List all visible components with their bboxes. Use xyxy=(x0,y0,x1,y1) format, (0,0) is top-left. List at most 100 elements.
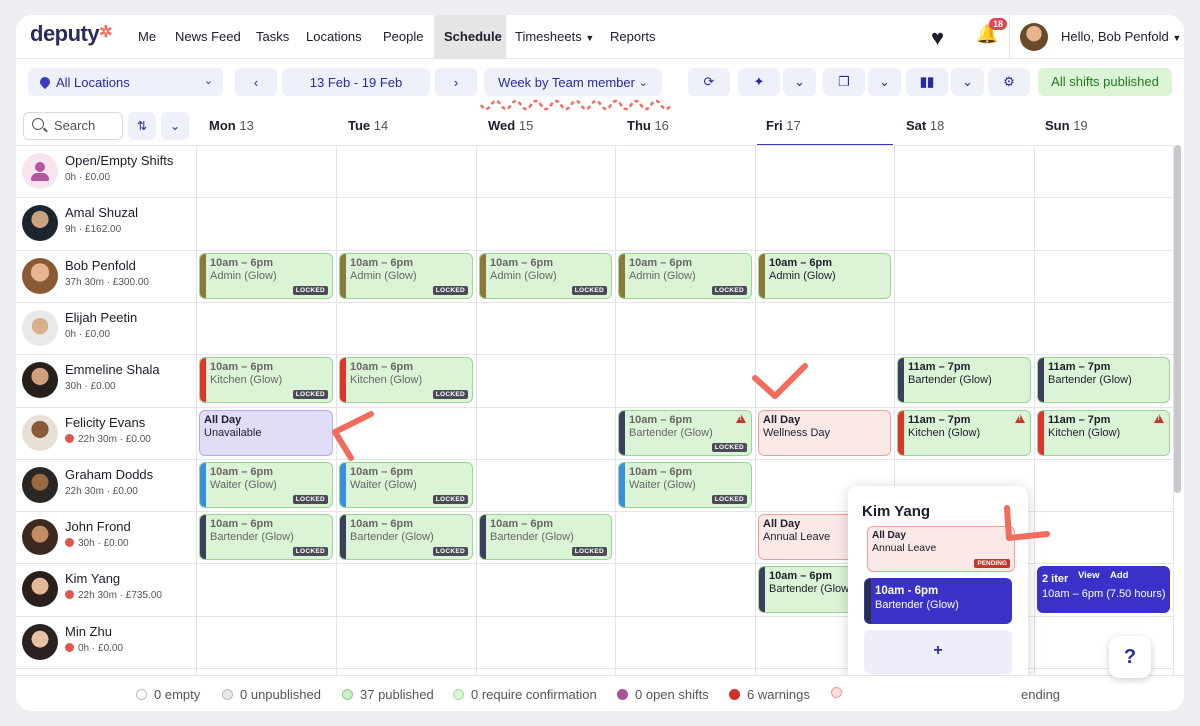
auto-build-menu-button[interactable]: ⌄ xyxy=(783,68,816,96)
shift-card[interactable]: All Day Wellness Day xyxy=(758,409,891,456)
popover-shift-card[interactable]: 10am - 6pm Bartender (Glow) xyxy=(864,578,1012,624)
person-row-min-zhu[interactable]: Min Zhu 0h · £0.00 xyxy=(16,616,196,668)
shift-card[interactable]: All Day Unavailable xyxy=(199,409,333,456)
shift-time: 10am – 6pm xyxy=(490,518,553,531)
shift-card[interactable]: 10am – 6pm Admin (Glow) xyxy=(758,252,891,299)
chevron-left-icon: ‹ xyxy=(253,74,259,90)
nav-tasks[interactable]: Tasks xyxy=(246,15,299,59)
warning-icon xyxy=(65,642,74,652)
shift-card[interactable]: 10am – 6pm Bartender (Glow) LOCKED xyxy=(339,514,473,561)
view-link[interactable]: View xyxy=(1078,570,1100,582)
nav-divider xyxy=(1009,15,1010,59)
popover-leave-card[interactable]: All Day Annual Leave PENDING xyxy=(867,526,1015,572)
person-name: John Frond xyxy=(65,519,131,535)
shift-card[interactable]: 10am – 6pm Admin (Glow) LOCKED xyxy=(339,252,473,299)
nav-reports[interactable]: Reports xyxy=(600,15,666,59)
heart-icon[interactable]: ♥ xyxy=(931,25,944,51)
shift-area: Admin (Glow) xyxy=(350,269,417,282)
nav-locations[interactable]: Locations xyxy=(296,15,372,59)
stats-button[interactable]: ▮▮ xyxy=(906,68,948,96)
nav-news-feed[interactable]: News Feed xyxy=(165,15,251,59)
column-divider xyxy=(1034,145,1035,675)
person-name: Elijah Peetin xyxy=(65,309,138,325)
copy-menu-button[interactable]: ⌄ xyxy=(868,68,901,96)
column-divider xyxy=(755,145,756,675)
user-avatar[interactable] xyxy=(1020,23,1048,51)
auto-build-button[interactable]: ✦ xyxy=(738,68,780,96)
shift-card[interactable]: 10am – 6pm Kitchen (Glow) LOCKED xyxy=(339,357,473,404)
chevron-down-icon: ⌄ xyxy=(169,119,181,133)
add-link[interactable]: Add xyxy=(1110,570,1128,581)
avatar xyxy=(22,309,58,346)
sort-icon: ⇅ xyxy=(136,119,148,133)
deputy-logo[interactable]: deputy✲ xyxy=(30,21,113,47)
chevron-down-icon: ⌄ xyxy=(794,74,805,89)
popover-title: Kim Yang xyxy=(862,503,931,520)
person-row-bob-penfold[interactable]: Bob Penfold 37h 30m · £300.00 xyxy=(16,250,196,302)
nav-people[interactable]: People xyxy=(373,15,433,59)
stats-menu-button[interactable]: ⌄ xyxy=(951,68,984,96)
caret-down-icon: ▼ xyxy=(1172,33,1182,43)
user-menu[interactable]: Hello, Bob Penfold ▼ xyxy=(1061,29,1181,44)
nav-schedule[interactable]: Schedule xyxy=(434,15,506,59)
locked-badge: LOCKED xyxy=(432,547,468,557)
shift-time: 10am – 6pm xyxy=(350,256,413,269)
person-row-open-empty-shifts[interactable]: Open/Empty Shifts 0h · £0.00 xyxy=(16,145,196,197)
nav-timesheets[interactable]: Timesheets ▼ xyxy=(505,15,604,59)
person-hours-cost: 9h · £162.00 xyxy=(65,224,122,236)
shift-card[interactable]: 11am – 7pm Bartender (Glow) xyxy=(1037,357,1170,404)
area-color-bar xyxy=(340,253,346,298)
person-row-john-frond[interactable]: John Frond 30h · £0.00 xyxy=(16,511,196,563)
shift-card[interactable]: 10am – 6pm Waiter (Glow) LOCKED xyxy=(339,461,473,509)
area-color-bar xyxy=(200,515,206,560)
prev-week-button[interactable]: ‹ xyxy=(235,68,277,96)
copy-button[interactable]: ❐ xyxy=(823,68,865,96)
person-hours-cost: 22h 30m · £0.00 xyxy=(65,433,151,445)
person-row-emmeline-shala[interactable]: Emmeline Shala 30h · £0.00 xyxy=(16,354,196,406)
shift-card[interactable]: 10am – 6pm Waiter (Glow) LOCKED xyxy=(199,461,333,509)
shift-time: 11am – 7pm xyxy=(908,413,971,426)
legend-leave xyxy=(831,687,842,698)
refresh-button[interactable]: ⟳ xyxy=(688,68,730,96)
shift-card[interactable]: 10am – 6pm Kitchen (Glow) LOCKED xyxy=(199,357,333,404)
person-row-elijah-peetin[interactable]: Elijah Peetin 0h · £0.00 xyxy=(16,302,196,354)
help-button[interactable]: ? xyxy=(1109,636,1151,678)
shift-card[interactable]: 11am – 7pm Bartender (Glow) xyxy=(897,357,1031,404)
shift-area: Kitchen (Glow) xyxy=(1048,426,1121,439)
shift-card[interactable]: 10am – 6pm Admin (Glow) LOCKED xyxy=(618,252,752,299)
date-range[interactable]: 13 Feb - 19 Feb xyxy=(282,68,430,96)
chevron-down-icon: ⌄ xyxy=(203,75,213,87)
search-input[interactable]: Search xyxy=(23,112,123,140)
next-week-button[interactable]: › xyxy=(435,68,477,96)
person-row-amal-shuzal[interactable]: Amal Shuzal 9h · £162.00 xyxy=(16,197,196,249)
person-row-kim-yang[interactable]: Kim Yang 22h 30m · £735.00 xyxy=(16,563,196,615)
shift-time: 10am – 6pm xyxy=(210,518,273,531)
shift-card[interactable]: 10am – 6pm Admin (Glow) LOCKED xyxy=(479,252,612,299)
shift-card[interactable]: 11am – 7pm Kitchen (Glow) xyxy=(897,409,1031,456)
sort-menu-button[interactable]: ⌄ xyxy=(161,112,189,140)
area-color-bar xyxy=(759,253,765,298)
scrollbar[interactable] xyxy=(1174,145,1181,493)
shift-card[interactable]: 10am – 6pm Bartender (Glow) LOCKED xyxy=(199,514,333,561)
location-select[interactable]: All Locations ⌄ xyxy=(28,68,223,96)
legend-published: 37 published xyxy=(342,687,434,702)
shift-card[interactable]: 10am – 6pm Bartender (Glow) LOCKED xyxy=(479,514,612,561)
shift-card[interactable]: 10am – 6pm Bartender (Glow) LOCKED xyxy=(618,409,752,456)
shift-card[interactable]: 10am – 6pm Admin (Glow) LOCKED xyxy=(199,252,333,299)
shift-card[interactable]: 10am – 6pm Waiter (Glow) LOCKED xyxy=(618,461,752,509)
shift-time: 11am – 7pm xyxy=(1048,361,1111,374)
view-select[interactable]: Week by Team member ⌄ xyxy=(484,68,662,96)
legend-warnings: 6 warnings xyxy=(729,687,810,702)
sort-button[interactable]: ⇅ xyxy=(128,112,156,140)
person-row-graham-dodds[interactable]: Graham Dodds 22h 30m · £0.00 xyxy=(16,459,196,511)
shift-area: Admin (Glow) xyxy=(629,269,696,282)
shift-card[interactable]: 11am – 7pm Kitchen (Glow) xyxy=(1037,409,1170,456)
settings-button[interactable]: ⚙ xyxy=(988,68,1030,96)
person-row-felicity-evans[interactable]: Felicity Evans 22h 30m · £0.00 xyxy=(16,407,196,459)
nav-me[interactable]: Me xyxy=(128,15,166,59)
person-hours-cost: 22h 30m · £735.00 xyxy=(65,590,162,601)
column-divider xyxy=(196,145,197,675)
publish-status[interactable]: All shifts published xyxy=(1038,68,1172,96)
shift-card[interactable]: 2 iter 10am – 6pm (7.50 hours) View Add xyxy=(1037,566,1170,613)
add-shift-button[interactable]: + xyxy=(864,630,1012,674)
